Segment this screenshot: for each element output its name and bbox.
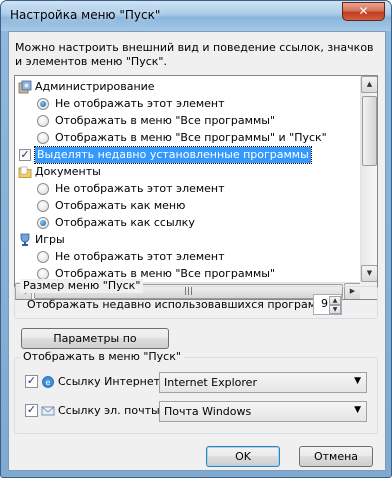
radio-button[interactable]: [37, 183, 49, 195]
dialog-client-area: Можно настроить внешний вид и поведение …: [8, 31, 386, 471]
radio-button[interactable]: [37, 217, 49, 229]
group-title: Размер меню "Пуск": [20, 279, 144, 293]
svg-text:e: e: [46, 378, 51, 387]
vertical-scroll-thumb[interactable]: [362, 96, 377, 166]
scroll-down-button[interactable]: ▼: [361, 265, 377, 282]
recent-programs-value[interactable]: 9: [314, 297, 328, 310]
ok-button[interactable]: OK: [206, 446, 280, 467]
title-bar[interactable]: Настройка меню "Пуск" ✕: [1, 1, 391, 31]
group-title: Отображать в меню "Пуск": [20, 350, 184, 364]
email-client-select[interactable]: Почта Windows ▼: [159, 401, 367, 422]
list-item-label: Не отображать этот элемент: [55, 182, 225, 195]
list-item-label: Администрирование: [35, 80, 155, 93]
restore-defaults-button[interactable]: Параметры по умолчанию: [21, 328, 169, 364]
internet-link-checkbox[interactable]: ✓: [25, 375, 38, 388]
internet-browser-select[interactable]: Internet Explorer ▼: [159, 372, 367, 393]
folder-icon: [18, 166, 32, 178]
close-icon: ✕: [358, 4, 369, 18]
list-item-label: Отображать в меню "Все программы": [55, 114, 275, 127]
chevron-down-icon: ▼: [354, 376, 361, 386]
internet-explorer-icon: e: [42, 376, 54, 388]
cancel-button[interactable]: Отмена: [299, 446, 373, 467]
radio-button[interactable]: [37, 200, 49, 212]
list-content: Администрирование Не отображать этот эле…: [15, 76, 361, 282]
spin-up-button[interactable]: ▲: [329, 296, 341, 305]
spin-down-button[interactable]: ▼: [329, 305, 341, 314]
windows-mail-icon: [41, 406, 55, 416]
email-link-checkbox[interactable]: ✓: [25, 404, 38, 417]
list-item-label: Не отображать этот элемент: [55, 97, 225, 110]
scroll-up-button[interactable]: ▲: [361, 76, 377, 93]
recent-programs-label: Отображать недавно использовавшихся прог…: [27, 298, 329, 311]
admin-tools-icon: [18, 80, 32, 94]
radio-button[interactable]: [37, 132, 49, 144]
list-item-label: Отображать как ссылку: [55, 216, 195, 229]
list-item-label: Игры: [35, 233, 65, 246]
intro-text: Можно настроить внешний вид и поведение …: [15, 41, 374, 68]
list-item-label: Не отображать этот элемент: [55, 250, 225, 263]
list-item-label: Документы: [35, 165, 101, 178]
trophy-icon: [20, 233, 30, 246]
window-title: Настройка меню "Пуск": [10, 8, 161, 22]
start-menu-items-list[interactable]: Администрирование Не отображать этот эле…: [14, 75, 378, 300]
internet-link-label: Ссылку Интернета:: [58, 375, 171, 388]
email-client-value: Почта Windows: [164, 405, 252, 418]
dialog-window: Настройка меню "Пуск" ✕ Можно настроить …: [0, 0, 392, 478]
chevron-down-icon: ▼: [354, 405, 361, 415]
vertical-scrollbar[interactable]: ▲ ▼: [360, 76, 377, 282]
email-link-label: Ссылку эл. почты:: [58, 404, 164, 417]
list-item-label: Отображать как меню: [55, 199, 186, 212]
recent-programs-stepper[interactable]: 9 ▲ ▼: [313, 294, 342, 315]
radio-button[interactable]: [37, 98, 49, 110]
list-item-label-selected: Выделять недавно установленные программы: [34, 146, 312, 164]
checkbox-checked[interactable]: ✓: [19, 149, 31, 161]
show-in-start-menu-group: Отображать в меню "Пуск" ✓ e Ссылку Инте…: [14, 350, 378, 434]
menu-size-group: Размер меню "Пуск" Отображать недавно ис…: [14, 279, 378, 319]
internet-browser-value: Internet Explorer: [164, 376, 257, 389]
close-button[interactable]: ✕: [342, 2, 385, 21]
radio-button[interactable]: [37, 115, 49, 127]
radio-button[interactable]: [37, 251, 49, 263]
list-item-label: Отображать в меню "Все программы" и "Пус…: [55, 131, 327, 144]
